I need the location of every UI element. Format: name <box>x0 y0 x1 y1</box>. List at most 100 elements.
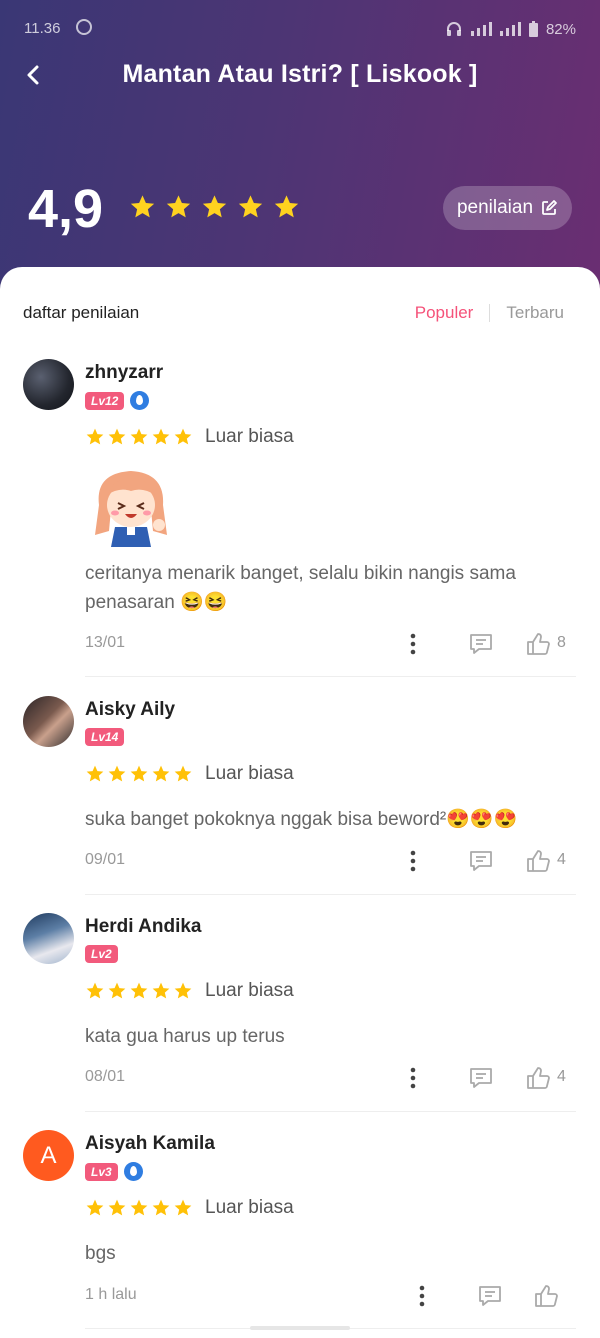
avatar[interactable] <box>23 913 74 964</box>
more-options-icon[interactable] <box>403 631 423 657</box>
star-icon <box>86 982 104 999</box>
user-badges: Lv14 <box>85 728 125 746</box>
tab-newest[interactable]: Terbaru <box>506 303 564 323</box>
headphones-icon <box>446 22 461 36</box>
review-divider <box>85 894 576 895</box>
star-icon <box>174 428 192 445</box>
edit-icon <box>542 200 557 215</box>
star-icon <box>130 428 148 445</box>
review-meta: 09/01 4 <box>85 846 576 876</box>
star-icon <box>86 428 104 445</box>
user-badges: Lv3 <box>85 1162 143 1181</box>
like-count: 4 <box>557 851 566 868</box>
level-badge: Lv14 <box>85 728 125 746</box>
review-stars: Luar biasa <box>85 1197 294 1219</box>
tab-popular[interactable]: Populer <box>415 303 474 323</box>
status-bar: 11.36 82% <box>0 0 600 56</box>
reply-icon[interactable] <box>477 1283 503 1309</box>
reply-icon[interactable] <box>468 631 494 657</box>
review-comment: ceritanya menarik banget, selalu bikin n… <box>85 563 516 613</box>
review-date: 08/01 <box>85 1068 126 1085</box>
thumbs-up-icon[interactable] <box>525 1065 551 1091</box>
review-stars: Luar biasa <box>85 763 294 785</box>
star-icon <box>130 982 148 999</box>
more-options-icon[interactable] <box>412 1283 432 1309</box>
review-meta: 13/01 8 <box>85 629 576 659</box>
chevron-left-icon <box>27 65 39 85</box>
review-date: 1 h lalu <box>85 1286 137 1303</box>
more-options-icon[interactable] <box>403 1065 423 1091</box>
average-stars <box>128 193 301 221</box>
review-username[interactable]: Herdi Andika <box>85 916 202 938</box>
review-comment: suka banget pokoknya nggak bisa beword²😍… <box>85 809 518 830</box>
star-icon <box>130 1199 148 1216</box>
review-stars: Luar biasa <box>85 426 294 448</box>
level-badge: Lv12 <box>85 391 125 410</box>
star-icon <box>166 195 191 218</box>
tab-separator <box>489 304 491 322</box>
status-indicators: 82% <box>445 20 576 38</box>
star-icon <box>238 195 263 218</box>
star-icon <box>174 1199 192 1216</box>
thumbs-up-icon[interactable] <box>525 848 551 874</box>
status-time: 11.36 <box>24 20 61 37</box>
review-date: 09/01 <box>85 851 126 868</box>
star-icon <box>174 765 192 782</box>
page-title: Mantan Atau Istri? [ Liskook ] <box>122 60 478 88</box>
star-icon <box>202 195 227 218</box>
vip-badge-icon <box>123 1162 143 1181</box>
more-options-icon[interactable] <box>403 848 423 874</box>
avatar[interactable]: A <box>23 1130 74 1181</box>
header-background: 11.36 82% Mantan Atau Istri? [ Liskook ]… <box>0 0 600 300</box>
like-count: 4 <box>557 1068 566 1085</box>
rate-button-label: penilaian <box>456 197 534 218</box>
sticker-image <box>95 471 167 547</box>
star-icon <box>108 1199 126 1216</box>
reviews-heading: daftar penilaian <box>23 303 140 322</box>
review-meta: 1 h lalu <box>85 1281 576 1311</box>
star-icon <box>152 982 170 999</box>
user-badges: Lv2 <box>85 945 118 963</box>
thumbs-up-icon[interactable] <box>525 631 551 657</box>
rate-button[interactable]: penilaian <box>443 186 572 230</box>
whatsapp-icon <box>76 19 92 35</box>
review-username[interactable]: Aisyah Kamila <box>85 1133 215 1155</box>
rating-label: Luar biasa <box>205 426 294 447</box>
average-rating: 4,9 <box>28 179 104 239</box>
level-badge: Lv3 <box>85 1162 118 1181</box>
star-icon <box>130 765 148 782</box>
avatar[interactable] <box>23 696 74 747</box>
star-icon <box>86 1199 104 1216</box>
star-icon <box>108 765 126 782</box>
like-count: 8 <box>557 634 566 651</box>
review-divider <box>85 1111 576 1112</box>
rating-label: Luar biasa <box>205 1197 294 1218</box>
star-icon <box>152 428 170 445</box>
rating-label: Luar biasa <box>205 980 294 1001</box>
review-divider <box>85 676 576 677</box>
battery-level: 82% <box>545 20 576 38</box>
vip-badge-icon <box>130 391 150 410</box>
review-stars: Luar biasa <box>85 980 294 1002</box>
star-icon <box>174 982 192 999</box>
home-indicator <box>250 1326 350 1330</box>
star-icon <box>274 195 299 218</box>
signal-icon-2 <box>499 22 521 36</box>
back-button[interactable] <box>16 56 56 96</box>
review-username[interactable]: zhnyzarr <box>85 362 163 384</box>
review-date: 13/01 <box>85 634 126 651</box>
review-meta: 08/01 4 <box>85 1063 576 1093</box>
rating-label: Luar biasa <box>205 763 294 784</box>
star-icon <box>108 428 126 445</box>
signal-icon <box>470 22 492 36</box>
reply-icon[interactable] <box>468 848 494 874</box>
reply-icon[interactable] <box>468 1065 494 1091</box>
star-icon <box>152 765 170 782</box>
avatar[interactable] <box>23 359 74 410</box>
star-icon <box>86 765 104 782</box>
level-badge: Lv2 <box>85 945 118 963</box>
sort-tabs: Populer Terbaru <box>415 303 564 323</box>
thumbs-up-icon[interactable] <box>533 1283 559 1309</box>
review-username[interactable]: Aisky Aily <box>85 699 175 721</box>
star-icon <box>108 982 126 999</box>
